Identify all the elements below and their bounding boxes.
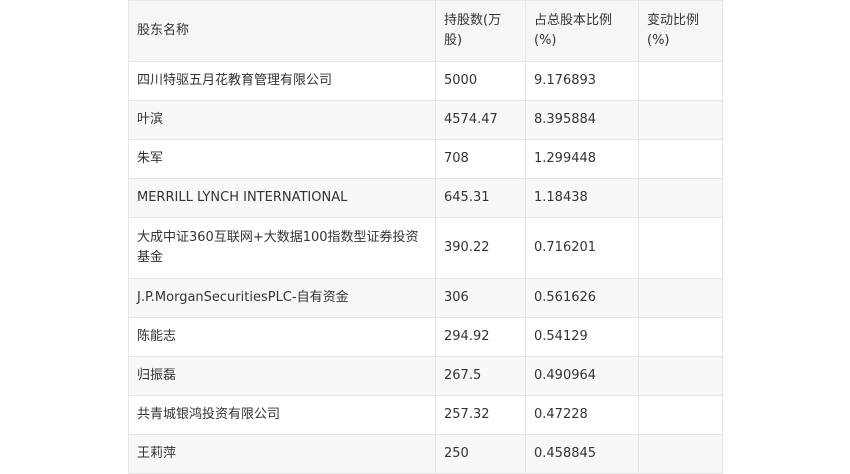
cell-share-ratio: 0.716201 — [525, 217, 639, 279]
shareholder-table: 股东名称 持股数(万股) 占总股本比例(%) 变动比例(%) 四川特驱五月花教育… — [128, 0, 723, 474]
cell-shareholder-name: 归振磊 — [128, 356, 436, 396]
cell-shares-held: 390.22 — [435, 217, 526, 279]
cell-shareholder-name: 共青城银鸿投资有限公司 — [128, 395, 436, 435]
cell-shares-held: 250 — [435, 434, 526, 474]
cell-change-ratio — [638, 278, 723, 318]
table-row: 大成中证360互联网+大数据100指数型证券投资基金 390.22 0.7162… — [128, 217, 723, 279]
header-share-ratio: 占总股本比例(%) — [525, 0, 639, 62]
shareholder-table-container: 股东名称 持股数(万股) 占总股本比例(%) 变动比例(%) 四川特驱五月花教育… — [128, 0, 723, 474]
table-row: 共青城银鸿投资有限公司 257.32 0.47228 — [128, 395, 723, 435]
cell-shares-held: 257.32 — [435, 395, 526, 435]
cell-shares-held: 645.31 — [435, 178, 526, 218]
cell-share-ratio: 9.176893 — [525, 61, 639, 101]
table-row: 叶滨 4574.47 8.395884 — [128, 100, 723, 140]
table-row: 陈能志 294.92 0.54129 — [128, 317, 723, 357]
table-row: 朱军 708 1.299448 — [128, 139, 723, 179]
cell-change-ratio — [638, 356, 723, 396]
cell-shares-held: 4574.47 — [435, 100, 526, 140]
header-shares-held: 持股数(万股) — [435, 0, 526, 62]
cell-change-ratio — [638, 317, 723, 357]
cell-change-ratio — [638, 178, 723, 218]
table-row: MERRILL LYNCH INTERNATIONAL 645.31 1.184… — [128, 178, 723, 218]
cell-shares-held: 294.92 — [435, 317, 526, 357]
cell-change-ratio — [638, 434, 723, 474]
cell-change-ratio — [638, 139, 723, 179]
cell-shares-held: 306 — [435, 278, 526, 318]
cell-shares-held: 267.5 — [435, 356, 526, 396]
cell-shareholder-name: 叶滨 — [128, 100, 436, 140]
cell-shareholder-name: MERRILL LYNCH INTERNATIONAL — [128, 178, 436, 218]
table-row: 王莉萍 250 0.458845 — [128, 434, 723, 474]
table-row: J.P.MorganSecuritiesPLC-自有资金 306 0.56162… — [128, 278, 723, 318]
cell-share-ratio: 8.395884 — [525, 100, 639, 140]
cell-share-ratio: 0.47228 — [525, 395, 639, 435]
cell-share-ratio: 0.561626 — [525, 278, 639, 318]
cell-shareholder-name: 陈能志 — [128, 317, 436, 357]
cell-shareholder-name: 大成中证360互联网+大数据100指数型证券投资基金 — [128, 217, 436, 279]
header-shareholder-name: 股东名称 — [128, 0, 436, 62]
cell-shares-held: 708 — [435, 139, 526, 179]
table-row: 四川特驱五月花教育管理有限公司 5000 9.176893 — [128, 61, 723, 101]
cell-share-ratio: 1.299448 — [525, 139, 639, 179]
table-header-row: 股东名称 持股数(万股) 占总股本比例(%) 变动比例(%) — [128, 0, 723, 62]
cell-change-ratio — [638, 61, 723, 101]
header-change-ratio: 变动比例(%) — [638, 0, 723, 62]
cell-change-ratio — [638, 395, 723, 435]
cell-share-ratio: 0.54129 — [525, 317, 639, 357]
cell-share-ratio: 1.18438 — [525, 178, 639, 218]
table-row: 归振磊 267.5 0.490964 — [128, 356, 723, 396]
cell-shares-held: 5000 — [435, 61, 526, 101]
cell-change-ratio — [638, 100, 723, 140]
cell-change-ratio — [638, 217, 723, 279]
cell-shareholder-name: 王莉萍 — [128, 434, 436, 474]
cell-shareholder-name: J.P.MorganSecuritiesPLC-自有资金 — [128, 278, 436, 318]
cell-share-ratio: 0.458845 — [525, 434, 639, 474]
cell-shareholder-name: 朱军 — [128, 139, 436, 179]
cell-share-ratio: 0.490964 — [525, 356, 639, 396]
cell-shareholder-name: 四川特驱五月花教育管理有限公司 — [128, 61, 436, 101]
